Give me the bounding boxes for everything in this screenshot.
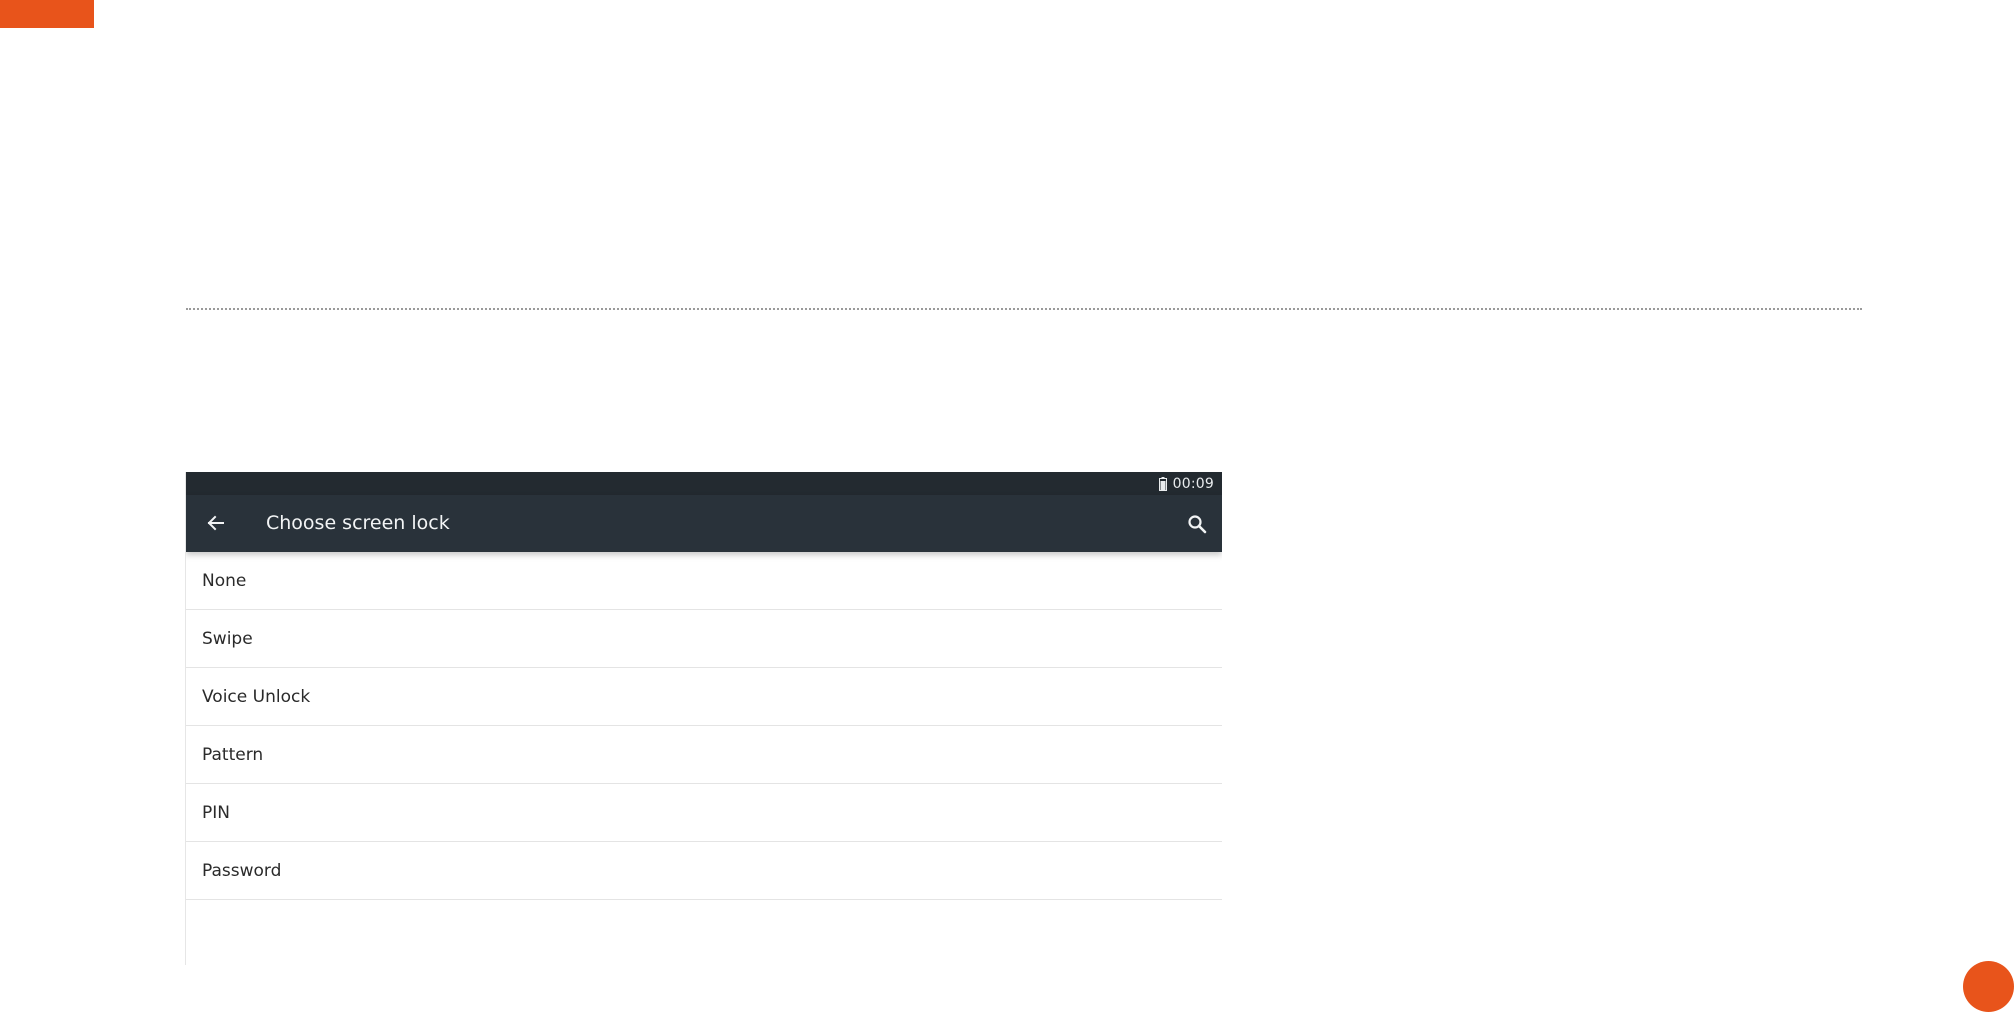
status-time: 00:09 (1172, 475, 1214, 492)
page-title: Choose screen lock (266, 512, 450, 534)
option-voice-unlock[interactable]: Voice Unlock (186, 668, 1222, 726)
option-label: Swipe (202, 628, 253, 649)
corner-accent-tab (0, 0, 94, 28)
screen-lock-options: None Swipe Voice Unlock Pattern PIN Pass… (186, 552, 1222, 900)
dotted-divider (186, 308, 1862, 310)
option-swipe[interactable]: Swipe (186, 610, 1222, 668)
option-label: None (202, 570, 247, 591)
option-label: PIN (202, 802, 230, 823)
arrow-left-icon[interactable] (202, 510, 228, 536)
status-indicators: 00:09 (1158, 472, 1214, 495)
battery-icon (1158, 476, 1167, 491)
option-none[interactable]: None (186, 552, 1222, 610)
android-screenshot: 00:09 Choose screen lock None Swipe Voic… (185, 472, 1222, 965)
option-pattern[interactable]: Pattern (186, 726, 1222, 784)
option-label: Password (202, 860, 282, 881)
option-label: Voice Unlock (202, 686, 311, 707)
search-icon[interactable] (1184, 511, 1210, 537)
option-password[interactable]: Password (186, 842, 1222, 900)
option-label: Pattern (202, 744, 264, 765)
status-bar: 00:09 (186, 472, 1222, 495)
option-pin[interactable]: PIN (186, 784, 1222, 842)
app-bar: Choose screen lock (186, 495, 1222, 552)
page-number-badge (1963, 961, 2014, 1012)
